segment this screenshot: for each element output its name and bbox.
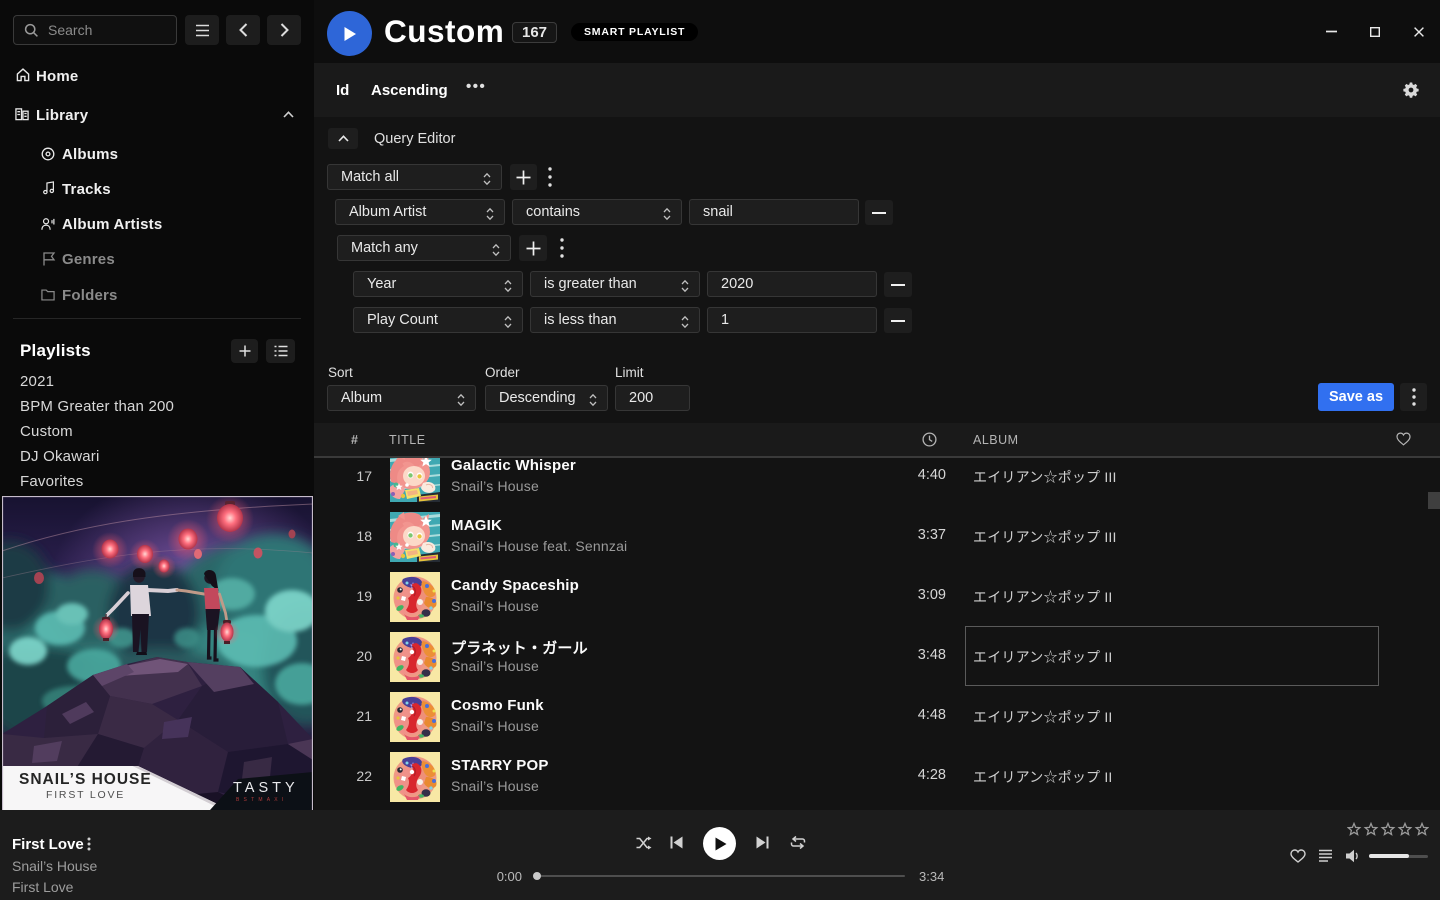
svg-text:TASTY: TASTY xyxy=(233,780,299,796)
svg-text:SNAIL’S HOUSE: SNAIL’S HOUSE xyxy=(19,771,152,788)
svg-text:FIRST LOVE: FIRST LOVE xyxy=(46,789,125,801)
svg-text:BSTMAXI: BSTMAXI xyxy=(236,797,287,803)
